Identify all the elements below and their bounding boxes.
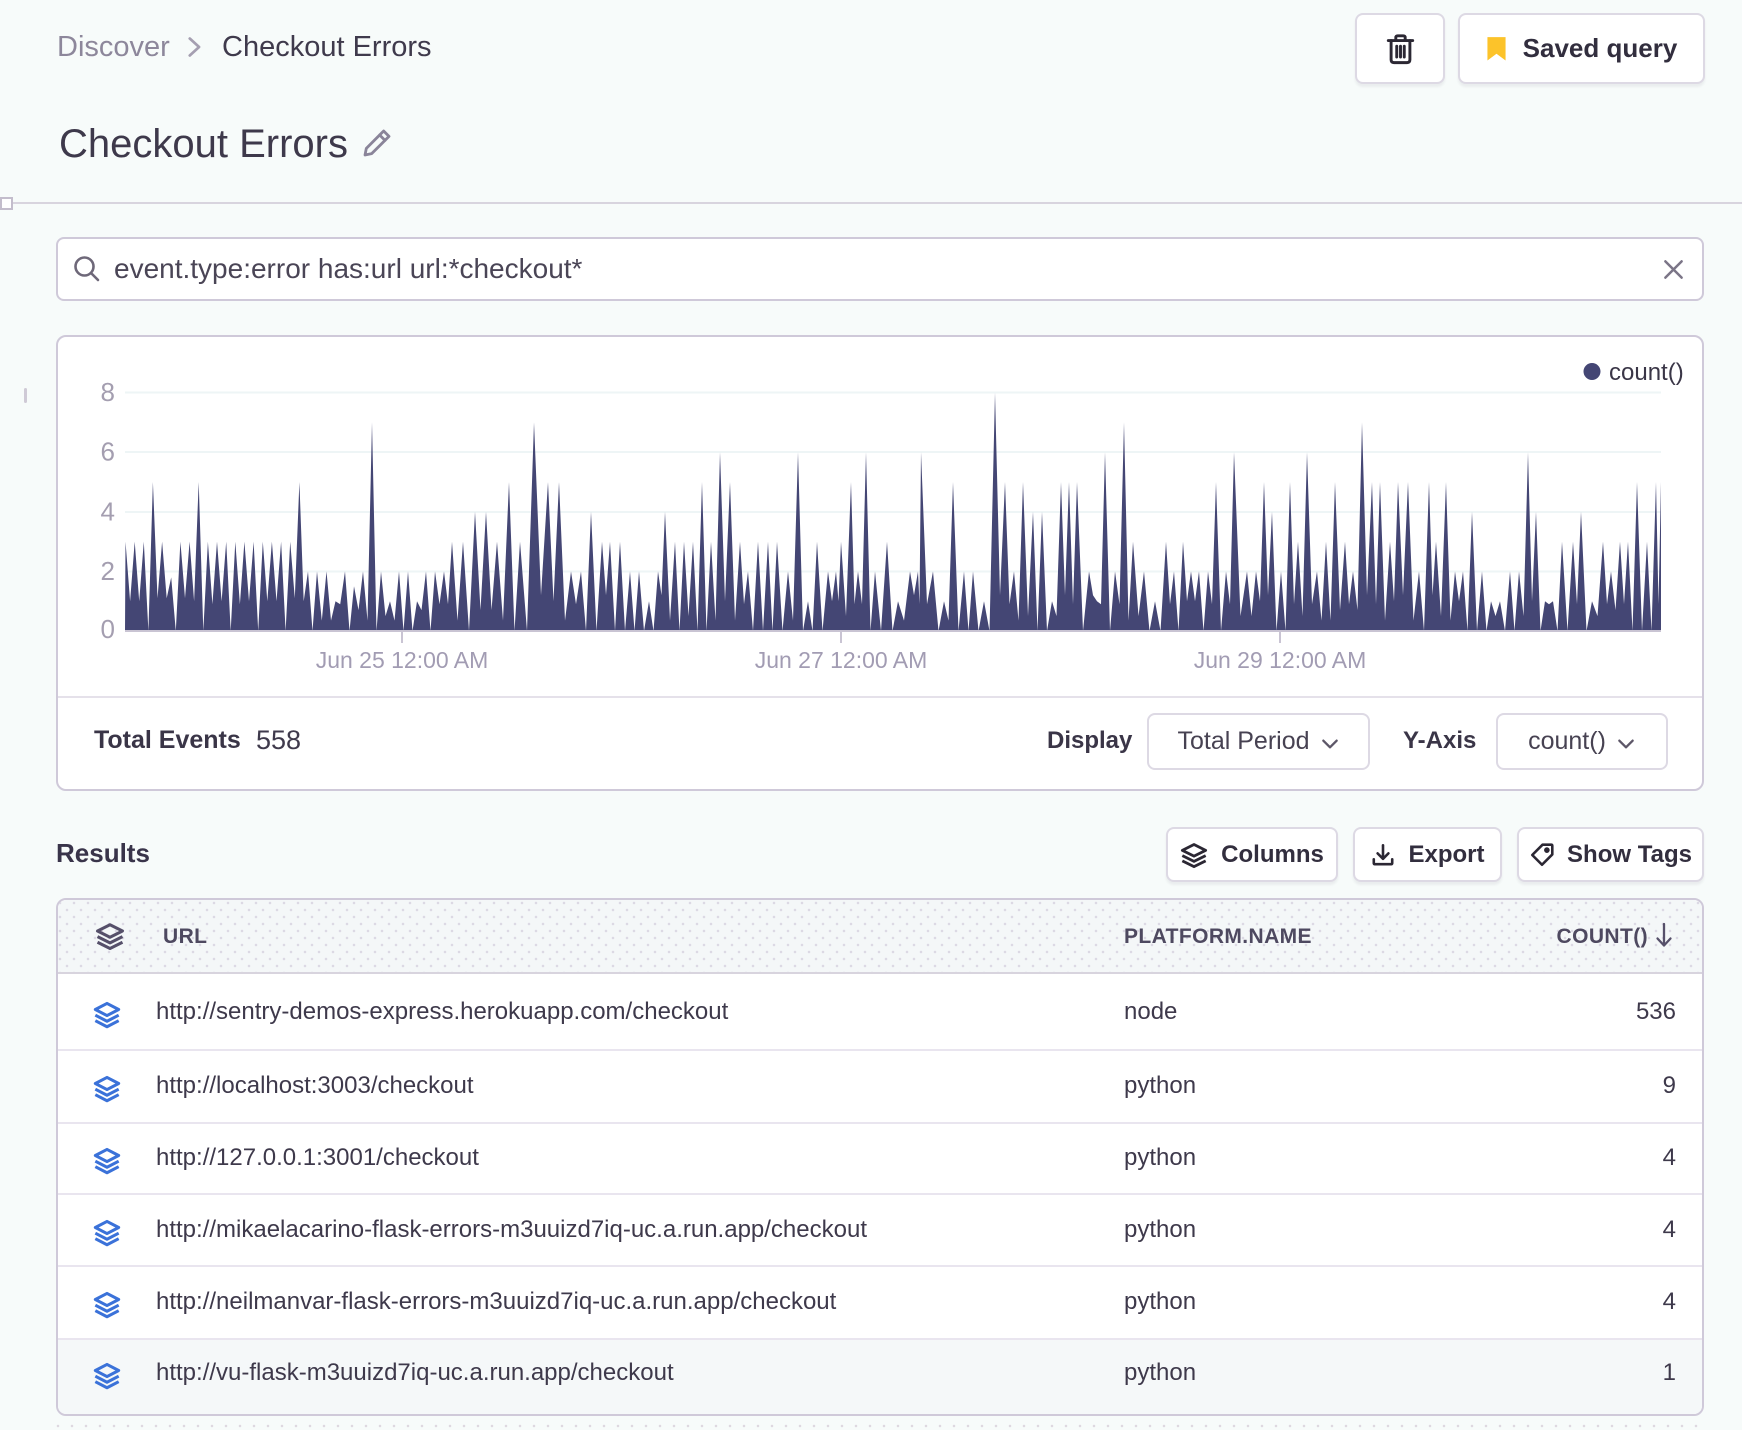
svg-text:0: 0 xyxy=(101,614,115,644)
svg-text:2: 2 xyxy=(101,556,115,586)
svg-text:count(): count() xyxy=(1609,359,1684,386)
svg-text:4: 4 xyxy=(101,497,115,527)
svg-text:Jun 25 12:00 AM: Jun 25 12:00 AM xyxy=(316,647,489,673)
svg-text:Jun 27 12:00 AM: Jun 27 12:00 AM xyxy=(755,647,928,673)
svg-text:Jun 29 12:00 AM: Jun 29 12:00 AM xyxy=(1194,647,1367,673)
svg-text:8: 8 xyxy=(101,377,115,407)
svg-text:6: 6 xyxy=(101,437,115,467)
